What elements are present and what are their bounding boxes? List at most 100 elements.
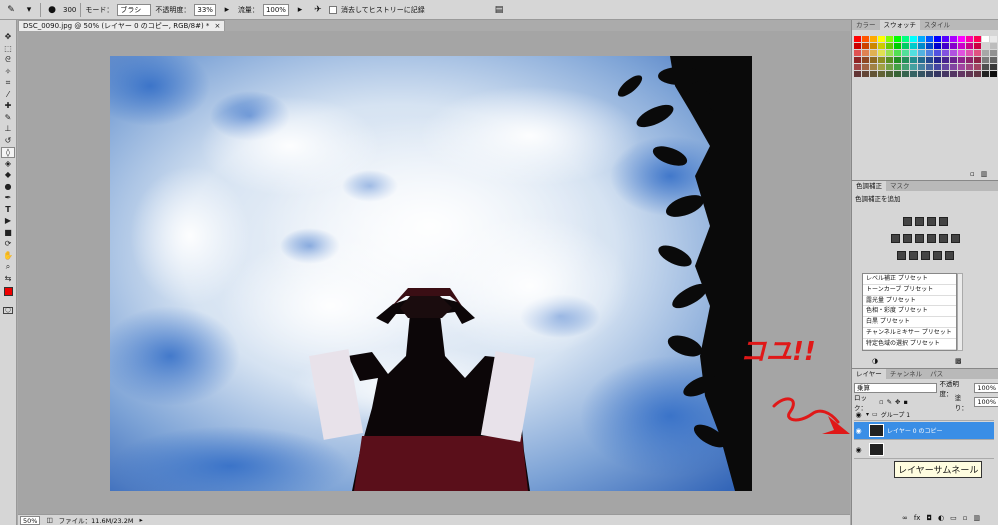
color-swatch[interactable] xyxy=(918,57,925,63)
color-swatch[interactable] xyxy=(990,43,997,49)
color-swatch[interactable] xyxy=(958,43,965,49)
color-swatch[interactable] xyxy=(950,43,957,49)
color-swatch[interactable] xyxy=(870,43,877,49)
color-swatch[interactable] xyxy=(974,50,981,56)
layer-thumbnail[interactable] xyxy=(869,443,884,456)
color-swatch[interactable] xyxy=(862,36,869,42)
lock-all-icon[interactable]: ▪ xyxy=(903,398,907,406)
color-swatch[interactable] xyxy=(982,57,989,63)
color-swatch[interactable] xyxy=(918,50,925,56)
layer-style-icon[interactable]: fx xyxy=(914,514,921,523)
color-swatch[interactable] xyxy=(958,71,965,77)
exposure-icon[interactable] xyxy=(939,217,948,226)
color-swatch[interactable] xyxy=(990,71,997,77)
color-swatch[interactable] xyxy=(894,36,901,42)
color-swatch[interactable] xyxy=(894,71,901,77)
color-swatch[interactable] xyxy=(894,43,901,49)
color-swatch[interactable] xyxy=(934,36,941,42)
color-swatch[interactable] xyxy=(862,57,869,63)
color-swatch[interactable] xyxy=(910,36,917,42)
tab-layers[interactable]: レイヤー xyxy=(852,369,886,379)
lock-transparent-icon[interactable]: ▫ xyxy=(879,398,883,406)
color-swatch[interactable] xyxy=(862,43,869,49)
color-swatch[interactable] xyxy=(878,57,885,63)
clone-stamp-tool-icon[interactable]: ⊥ xyxy=(1,124,15,135)
preset-item-hue-saturation[interactable]: 色相・彩度 プリセット xyxy=(863,306,956,318)
color-swatch[interactable] xyxy=(942,64,949,70)
color-swatch[interactable] xyxy=(966,64,973,70)
levels-icon[interactable] xyxy=(915,217,924,226)
color-swatch[interactable] xyxy=(990,57,997,63)
healing-tool-icon[interactable]: ✚ xyxy=(1,101,15,112)
color-swatch[interactable] xyxy=(966,36,973,42)
blur-tool-icon[interactable]: ◆ xyxy=(1,170,15,181)
color-swatch[interactable] xyxy=(982,64,989,70)
color-swatch[interactable] xyxy=(902,57,909,63)
color-swatch[interactable] xyxy=(862,64,869,70)
brush-tool-icon[interactable]: ✎ xyxy=(1,113,15,124)
selective-color-icon[interactable] xyxy=(945,251,954,260)
color-swatch[interactable] xyxy=(950,71,957,77)
layer-thumbnail[interactable] xyxy=(869,424,884,437)
color-swatch[interactable] xyxy=(990,50,997,56)
color-swatch[interactable] xyxy=(974,43,981,49)
color-swatch[interactable] xyxy=(990,36,997,42)
color-swatch[interactable] xyxy=(894,57,901,63)
color-swatch[interactable] xyxy=(926,71,933,77)
color-swatch[interactable] xyxy=(966,57,973,63)
zoom-field[interactable]: 50% xyxy=(20,515,41,525)
preset-item-selective-color[interactable]: 特定色域の選択 プリセット xyxy=(863,339,956,350)
color-swatch[interactable] xyxy=(902,43,909,49)
mode-select[interactable]: ブラシ xyxy=(117,3,152,16)
add-mask-icon[interactable]: ◘ xyxy=(926,514,932,523)
layer-group-1[interactable]: ◉ ▾ ▭ グループ 1 xyxy=(854,409,994,421)
black-white-icon[interactable] xyxy=(927,234,936,243)
close-icon[interactable]: × xyxy=(214,21,220,31)
dodge-tool-icon[interactable]: ● xyxy=(1,182,15,193)
preset-item-black-white[interactable]: 白黒 プリセット xyxy=(863,317,956,328)
color-swatch[interactable] xyxy=(854,71,861,77)
color-swatch[interactable] xyxy=(926,57,933,63)
color-swatch[interactable] xyxy=(926,43,933,49)
color-swatch[interactable] xyxy=(870,57,877,63)
color-swatch[interactable] xyxy=(942,50,949,56)
tab-adjustments[interactable]: 色調補正 xyxy=(852,181,886,191)
color-swatch[interactable] xyxy=(982,50,989,56)
move-tool-icon[interactable]: ✥ xyxy=(1,32,15,43)
threshold-icon[interactable] xyxy=(921,251,930,260)
flow-field[interactable]: 100% xyxy=(262,3,289,16)
color-swatch[interactable] xyxy=(974,57,981,63)
color-swatch[interactable] xyxy=(974,64,981,70)
eraser-tool-icon[interactable]: ◊ xyxy=(1,147,15,158)
new-layer-icon[interactable]: ▫ xyxy=(963,514,968,523)
preset-scrollbar[interactable] xyxy=(957,273,963,351)
color-swatch[interactable] xyxy=(854,36,861,42)
invert-icon[interactable] xyxy=(897,251,906,260)
fill-field[interactable]: 100% xyxy=(974,396,998,407)
lock-pixels-icon[interactable]: ✎ xyxy=(887,398,892,406)
color-swatch[interactable] xyxy=(910,64,917,70)
color-swatch[interactable] xyxy=(934,64,941,70)
hand-tool-icon[interactable]: ✋ xyxy=(1,251,15,262)
canvas-image[interactable] xyxy=(110,56,752,491)
tab-styles[interactable]: スタイル xyxy=(920,20,954,30)
eyedropper-tool-icon[interactable]: ⁄ xyxy=(1,90,15,101)
brush-panel-toggle-icon[interactable]: ▤ xyxy=(492,3,506,17)
color-swatch[interactable] xyxy=(862,50,869,56)
new-swatch-icon[interactable]: ▫ xyxy=(970,170,975,179)
color-swatch[interactable] xyxy=(918,64,925,70)
vibrance-icon[interactable] xyxy=(891,234,900,243)
new-adjustment-icon[interactable]: ◐ xyxy=(938,514,944,523)
tab-color[interactable]: カラー xyxy=(852,20,880,30)
layer-base[interactable]: ◉ xyxy=(854,441,994,459)
color-swatch[interactable] xyxy=(966,50,973,56)
airbrush-icon[interactable]: ✈ xyxy=(311,3,325,17)
color-swatch[interactable] xyxy=(974,36,981,42)
delete-layer-icon[interactable]: ▥ xyxy=(973,514,980,523)
preset-item-exposure[interactable]: 露光量 プリセット xyxy=(863,296,956,307)
color-swatch[interactable] xyxy=(966,71,973,77)
brightness-icon[interactable] xyxy=(903,217,912,226)
color-swatch[interactable] xyxy=(910,43,917,49)
group-expand-icon[interactable]: ▾ xyxy=(866,411,869,418)
color-swatch[interactable] xyxy=(870,50,877,56)
